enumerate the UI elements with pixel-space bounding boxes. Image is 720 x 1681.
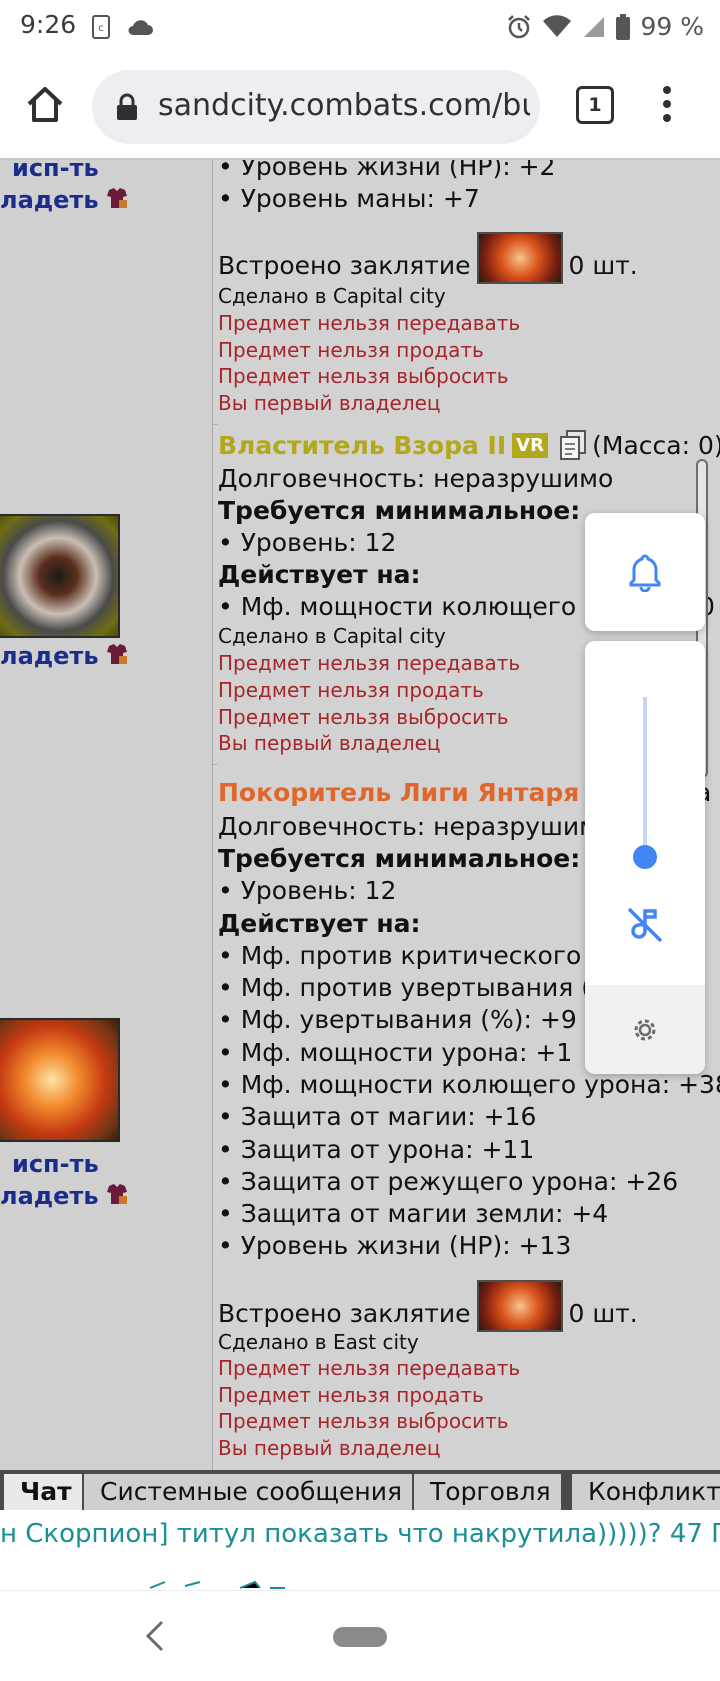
item-effect: • Защита от магии земли: +4 <box>218 1199 609 1228</box>
item-no-sell: Предмет нельзя продать <box>218 1383 484 1407</box>
copy-icon[interactable] <box>559 430 587 460</box>
signal-icon <box>584 16 605 37</box>
screenshot-app-icon: c <box>92 15 110 39</box>
lock-icon <box>117 93 137 120</box>
item-title[interactable]: Властитель Взора II <box>218 431 506 460</box>
item-level: • Уровень: 12 <box>218 528 397 557</box>
item-no-drop: Предмет нельзя выбросить <box>218 1409 509 1433</box>
item-actions-cell: исп-ть ладеть <box>0 160 213 424</box>
item-no-transfer: Предмет нельзя передавать <box>218 651 521 675</box>
tab-trade[interactable]: Торговля <box>414 1474 561 1510</box>
item-actions-cell: ладеть <box>0 424 213 764</box>
tab-chat[interactable]: Чат <box>4 1474 82 1510</box>
item-spell: Встроено заклятие 0 шт. <box>218 232 638 284</box>
address-bar[interactable]: sandcity.combats.com/butt <box>92 70 540 144</box>
item-no-drop: Предмет нельзя выбросить <box>218 364 509 388</box>
item-effects-heading: Действует на: <box>218 909 421 938</box>
item-made-in: Сделано в East city <box>218 1330 419 1354</box>
item-first-owner: Вы первый владелец <box>218 731 441 755</box>
tab-system-messages[interactable]: Системные сообщения <box>84 1474 412 1510</box>
item-level: • Уровень: 12 <box>218 876 397 905</box>
item-requirements-heading: Требуется минимальное: <box>218 496 581 525</box>
wifi-icon <box>543 14 572 37</box>
alarm-icon <box>508 14 531 38</box>
item-no-sell: Предмет нельзя продать <box>218 678 484 702</box>
more-menu-icon[interactable] <box>660 86 674 126</box>
item-hp: • Уровень жизни (HP): +2 <box>218 160 556 181</box>
item-effect: • Защита от урона: +11 <box>218 1135 535 1164</box>
system-navigation-bar <box>0 1590 720 1681</box>
item-first-owner: Вы первый владелец <box>218 391 441 415</box>
item-durability: Долговечность: неразрушимо <box>218 464 614 493</box>
item-durability: Долговечность: неразрушимо <box>218 812 614 841</box>
item-effect: • Мф. мощности урона: +1 <box>218 1038 573 1067</box>
item-mass: (Масса: 0) <box>592 431 720 460</box>
tab-conflicts[interactable]: Конфликты <box>572 1474 720 1510</box>
item-title-row: Покоритель Лиги ЯнтаряU <box>218 778 608 807</box>
chat-message[interactable]: н Скорпион] титул показать что накрутила… <box>0 1510 720 1558</box>
status-bar: 9:26 c 99 % <box>0 0 720 54</box>
item-effect: • Мф. увертывания (%): +9 <box>218 1005 577 1034</box>
settings-icon[interactable] <box>630 1015 660 1045</box>
item-made-in: Сделано в Capital city <box>218 624 446 648</box>
home-pill[interactable] <box>333 1627 387 1647</box>
svg-text:c: c <box>98 23 104 34</box>
item-effect: • Защита от режущего урона: +26 <box>218 1167 679 1196</box>
item-title-row: Властитель Взора II VR (Масса: 0) <box>218 430 720 460</box>
own-link[interactable]: ладеть <box>0 1182 129 1210</box>
music-off-icon[interactable] <box>625 905 665 945</box>
back-icon[interactable] <box>140 1619 170 1653</box>
battery-icon <box>616 13 631 40</box>
use-link[interactable]: исп-ть <box>12 160 99 182</box>
item-effect: • Защита от магии: +16 <box>218 1102 537 1131</box>
item-row: исп-ть ладеть • Уровень жизни (HP): +2 •… <box>0 160 720 425</box>
item-image-eye[interactable] <box>0 514 120 638</box>
ringer-mode-panel <box>585 513 705 631</box>
tab-switcher-button[interactable]: 1 <box>576 86 614 124</box>
item-spell: Встроено заклятие 0 шт. <box>218 1280 638 1332</box>
item-no-transfer: Предмет нельзя передавать <box>218 311 521 335</box>
item-no-sell: Предмет нельзя продать <box>218 338 484 362</box>
item-requirements-heading: Требуется минимальное: <box>218 844 581 873</box>
chat-tabs-bar: Чат Системные сообщения Торговля Конфлик… <box>0 1470 720 1510</box>
item-actions-cell: исп-ть ладеть <box>0 764 213 1470</box>
spell-icon[interactable] <box>476 232 563 284</box>
bell-icon[interactable] <box>627 552 663 592</box>
home-icon[interactable] <box>24 84 66 126</box>
item-first-owner: Вы первый владелец <box>218 1436 441 1460</box>
volume-settings-area <box>585 985 705 1074</box>
volume-panel <box>585 641 705 1074</box>
own-link[interactable]: ладеть <box>0 186 129 214</box>
shirt-icon <box>106 1184 127 1204</box>
volume-slider-track[interactable] <box>643 697 647 857</box>
use-link[interactable]: исп-ть <box>12 1150 99 1178</box>
battery-percent: 99 % <box>640 12 704 41</box>
spell-icon[interactable] <box>476 1280 563 1332</box>
item-title[interactable]: Покоритель Лиги Янтаря <box>218 778 579 807</box>
item-effect: • Уровень жизни (HP): +13 <box>218 1231 572 1260</box>
item-effects-heading: Действует на: <box>218 560 421 589</box>
cloud-icon <box>128 20 153 35</box>
item-mana: • Уровень маны: +7 <box>218 184 480 213</box>
rarity-badge: VR <box>512 433 548 458</box>
shirt-icon <box>106 644 127 664</box>
item-made-in: Сделано в Capital city <box>218 284 446 308</box>
item-no-transfer: Предмет нельзя передавать <box>218 1356 521 1380</box>
item-image-amber[interactable] <box>0 1018 120 1142</box>
own-link[interactable]: ладеть <box>0 642 129 670</box>
status-time: 9:26 <box>20 10 77 39</box>
item-effect: • Мф. мощности колющего урона: +38 <box>218 1070 720 1099</box>
shirt-icon <box>106 188 127 208</box>
browser-toolbar: sandcity.combats.com/butt 1 <box>0 54 720 160</box>
url-text[interactable]: sandcity.combats.com/butt <box>158 88 530 123</box>
chat-message-partial <box>0 1558 720 1590</box>
item-no-drop: Предмет нельзя выбросить <box>218 705 509 729</box>
volume-slider-handle[interactable] <box>633 845 657 869</box>
